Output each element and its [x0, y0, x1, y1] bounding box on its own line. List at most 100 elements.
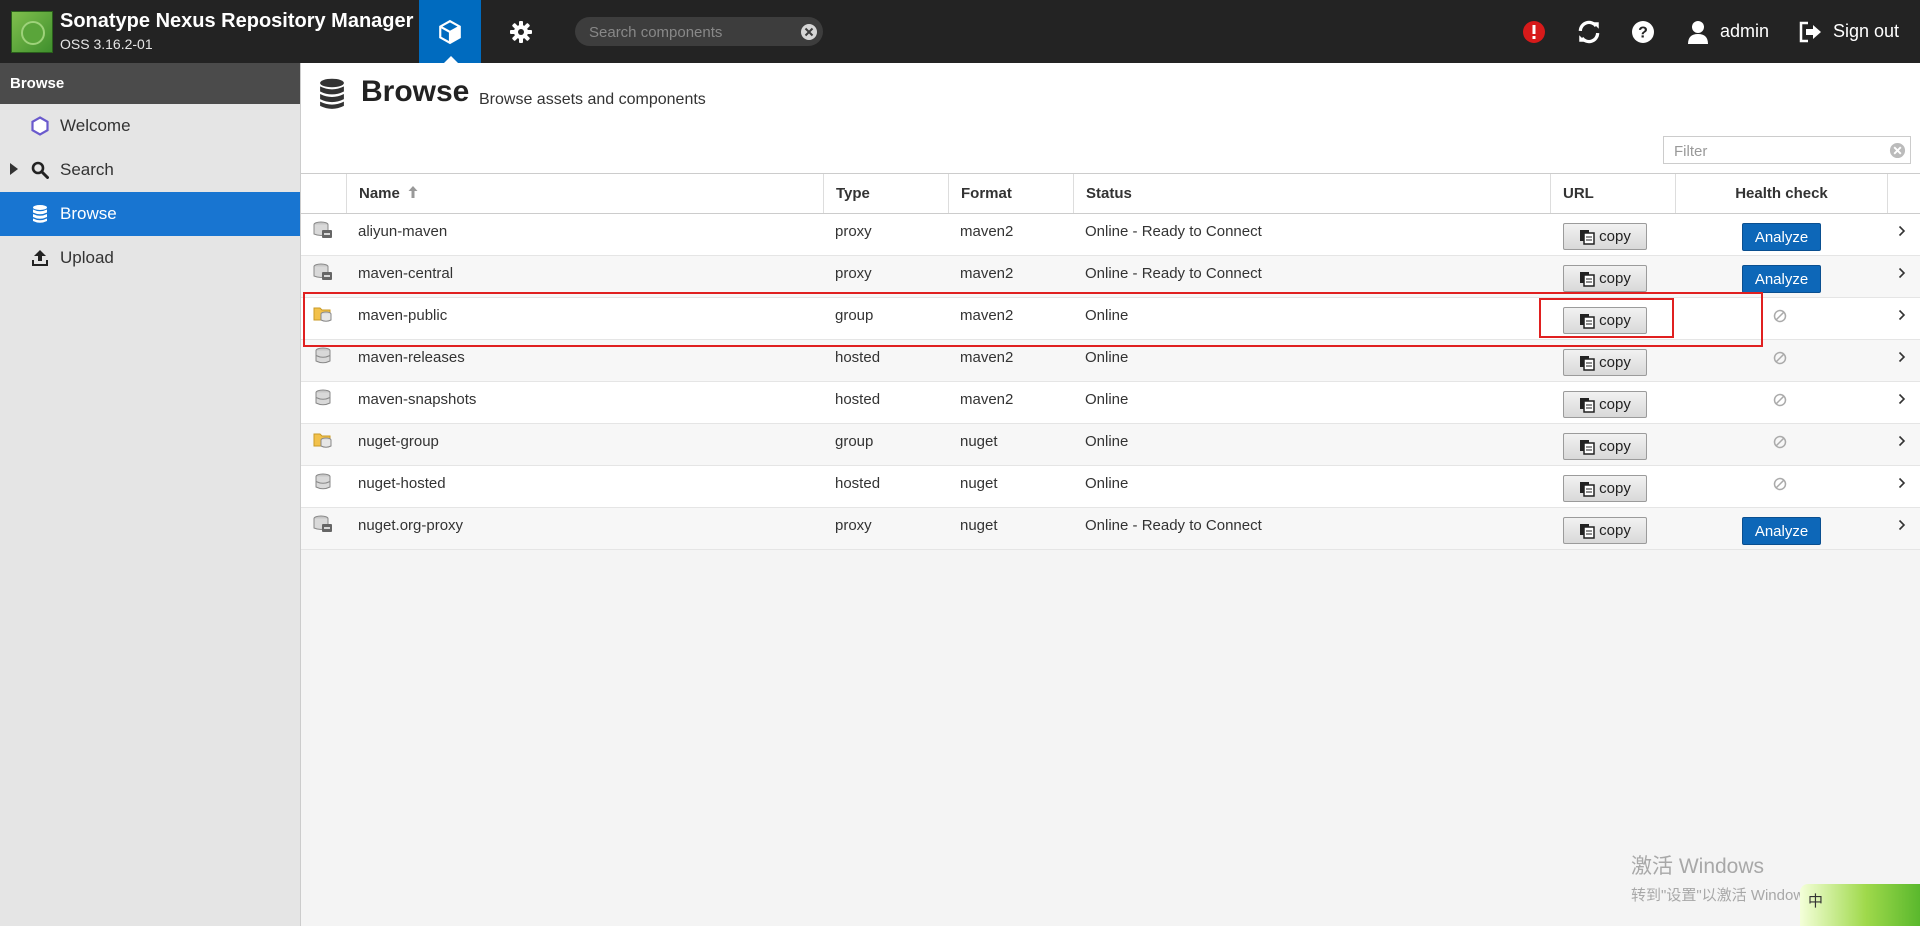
column-header-type[interactable]: Type: [823, 174, 948, 213]
search-components-box: [575, 17, 823, 48]
table-row[interactable]: nuget.org-proxy proxy nuget Online - Ready …: [301, 508, 1920, 550]
repository-format: maven2: [960, 265, 1014, 282]
search-components-input[interactable]: [587, 17, 791, 48]
analyze-button[interactable]: Analyze: [1742, 265, 1821, 293]
system-alert-button[interactable]: [1522, 0, 1546, 63]
refresh-button[interactable]: [1576, 0, 1602, 63]
copy-url-button[interactable]: copy: [1563, 391, 1647, 418]
database-icon: [320, 78, 344, 109]
repository-hosted-icon: [313, 389, 333, 411]
copy-icon: [1580, 481, 1595, 497]
copy-url-button[interactable]: copy: [1563, 475, 1647, 502]
repository-group-icon: [313, 431, 333, 453]
browse-mode-button[interactable]: [419, 0, 481, 64]
sign-out-button[interactable]: Sign out: [1799, 0, 1899, 63]
repository-name[interactable]: nuget.org-proxy: [358, 508, 463, 549]
caret-right-icon[interactable]: [9, 163, 19, 175]
upload-icon: [30, 248, 50, 268]
cube-icon: [439, 19, 461, 44]
chevron-right-icon[interactable]: [1898, 392, 1906, 410]
column-header-url[interactable]: URL: [1550, 174, 1675, 213]
sidebar-heading: Browse: [0, 63, 300, 104]
copy-url-button[interactable]: copy: [1563, 433, 1647, 460]
copy-label: copy: [1599, 354, 1631, 371]
user-name: admin: [1720, 21, 1770, 41]
repository-name[interactable]: nuget-group: [358, 424, 439, 465]
repository-type: group: [835, 433, 874, 450]
table-row[interactable]: nuget-hosted hosted nuget Online copy: [301, 466, 1920, 508]
chevron-right-icon[interactable]: [1898, 476, 1906, 494]
user-account-button[interactable]: admin: [1688, 0, 1769, 63]
repository-format: maven2: [960, 223, 1014, 240]
ime-indicator[interactable]: 中: [1800, 884, 1920, 926]
repository-format: nuget: [960, 517, 998, 534]
table-row[interactable]: nuget-group group nuget Online copy: [301, 424, 1920, 466]
repository-format: nuget: [960, 475, 998, 492]
gear-icon: [510, 20, 532, 43]
repository-hosted-icon: [313, 473, 333, 495]
repository-name[interactable]: maven-snapshots: [358, 382, 476, 423]
copy-url-button[interactable]: copy: [1563, 349, 1647, 376]
column-header-status[interactable]: Status: [1073, 174, 1550, 213]
icon-column-header: [301, 174, 346, 213]
copy-icon: [1580, 523, 1595, 539]
user-icon: [1688, 20, 1708, 44]
sign-out-icon: [1799, 21, 1821, 42]
table-row[interactable]: maven-snapshots hosted maven2 Online copy: [301, 382, 1920, 424]
sidebar-item-browse[interactable]: Browse: [0, 192, 300, 236]
windows-activation-watermark: 激活 Windows 转到"设置"以激活 Windows。: [1631, 850, 1827, 905]
help-button[interactable]: ?: [1631, 0, 1655, 63]
ime-label: 中: [1808, 893, 1824, 910]
grid-header: Name Type Format Status URL Health check: [301, 173, 1920, 214]
chevron-right-icon[interactable]: [1898, 224, 1906, 242]
admin-mode-button[interactable]: [490, 0, 552, 63]
column-header-format[interactable]: Format: [948, 174, 1073, 213]
watermark-subtitle: 转到"设置"以激活 Windows。: [1631, 887, 1827, 904]
not-available-icon: [1773, 309, 1787, 328]
table-row[interactable]: aliyun-maven proxy maven2 Online - Ready to…: [301, 214, 1920, 256]
clear-search-icon[interactable]: [800, 23, 818, 41]
filter-input[interactable]: [1672, 137, 1886, 165]
page-subtitle: Browse assets and components: [479, 91, 706, 108]
repository-status: Online: [1085, 475, 1129, 492]
repository-proxy-icon: [313, 515, 333, 537]
grid-body: aliyun-maven proxy maven2 Online - Ready to…: [301, 214, 1920, 550]
column-header-name[interactable]: Name: [346, 174, 823, 213]
copy-url-button[interactable]: copy: [1563, 223, 1647, 250]
copy-label: copy: [1599, 480, 1631, 497]
copy-label: copy: [1599, 522, 1631, 539]
chevron-right-icon[interactable]: [1898, 434, 1906, 452]
sidebar-item-welcome[interactable]: Welcome: [0, 104, 300, 148]
repository-format: nuget: [960, 433, 998, 450]
copy-url-button[interactable]: copy: [1563, 265, 1647, 292]
repository-grid: Name Type Format Status URL Health check…: [301, 173, 1920, 550]
repository-name[interactable]: aliyun-maven: [358, 214, 447, 255]
chevron-right-icon[interactable]: [1898, 350, 1906, 368]
chevron-right-icon[interactable]: [1898, 266, 1906, 284]
repository-status: Online: [1085, 433, 1129, 450]
copy-icon: [1580, 271, 1595, 287]
copy-label: copy: [1599, 438, 1631, 455]
repository-name[interactable]: nuget-hosted: [358, 466, 446, 507]
hexagon-icon: [30, 116, 50, 136]
magnifier-icon: [30, 160, 50, 180]
repository-name[interactable]: maven-central: [358, 256, 453, 297]
clear-filter-icon[interactable]: [1889, 142, 1906, 159]
analyze-button[interactable]: Analyze: [1742, 223, 1821, 251]
not-available-icon: [1773, 435, 1787, 454]
watermark-title: 激活 Windows: [1631, 855, 1765, 878]
sidebar-item-upload[interactable]: Upload: [0, 236, 300, 280]
main-panel: Browse Browse assets and components Name…: [301, 63, 1920, 926]
highlight-box-copy: [1539, 298, 1674, 338]
refresh-icon: [1578, 20, 1600, 43]
copy-url-button[interactable]: copy: [1563, 517, 1647, 544]
copy-icon: [1580, 355, 1595, 371]
copy-icon: [1580, 229, 1595, 245]
analyze-button[interactable]: Analyze: [1742, 517, 1821, 545]
chevron-right-icon[interactable]: [1898, 308, 1906, 326]
copy-label: copy: [1599, 396, 1631, 413]
chevron-right-icon[interactable]: [1898, 518, 1906, 536]
column-header-health-check[interactable]: Health check: [1675, 174, 1887, 213]
sidebar-item-label: Search: [60, 160, 114, 179]
sidebar-item-search[interactable]: Search: [0, 148, 300, 192]
